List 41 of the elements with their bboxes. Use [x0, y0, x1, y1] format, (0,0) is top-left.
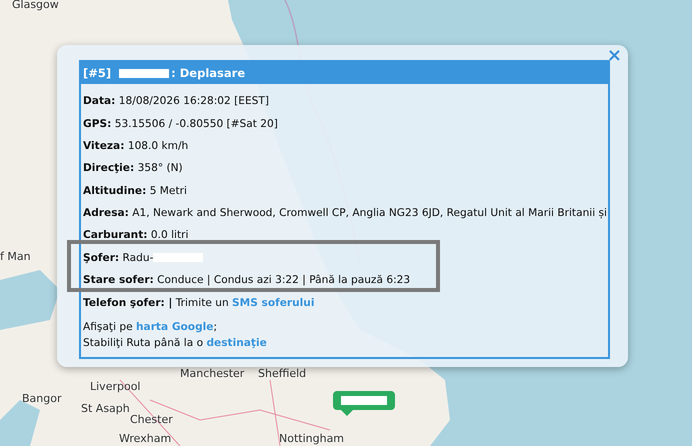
- field-label: GPS:: [83, 118, 112, 130]
- field-label: Altitudine:: [83, 184, 146, 197]
- popup-title: : Deplasare: [171, 66, 246, 80]
- link[interactable]: harta Google: [136, 320, 214, 333]
- vehicle-marker[interactable]: [333, 391, 395, 416]
- field-label: Stare sofer:: [83, 274, 154, 286]
- field-label: Şofer:: [83, 252, 120, 264]
- place-label: Wrexham: [119, 432, 172, 445]
- field-value: 53.15506 / -0.80550 [#Sat 20]: [114, 118, 278, 130]
- field-label: Viteza:: [83, 140, 124, 152]
- field-value: Conduce | Condus azi 3:22 | Până la pauză 6:23: [157, 274, 410, 286]
- field-value: 18/08/2026 16:28:02 [EEST]: [118, 95, 270, 108]
- field-label: Adresa:: [83, 207, 129, 220]
- place-label: Nottingham: [279, 432, 344, 445]
- place-label: St Asaph: [81, 402, 130, 415]
- field-label: Direcţie:: [83, 162, 134, 174]
- field-value: Trimite un: [176, 296, 229, 309]
- place-label: Chester: [130, 413, 173, 426]
- field-value: 5 Metri: [150, 184, 187, 197]
- field-label: Carburant:: [83, 229, 148, 242]
- place-label: Glasgow: [12, 0, 59, 11]
- field-label: Data:: [83, 95, 116, 108]
- field-value: 358° (N): [138, 162, 183, 174]
- place-label: Liverpool: [90, 380, 140, 393]
- place-label: Sheffield: [258, 367, 306, 380]
- field-value: Radu-: [122, 252, 154, 264]
- field-value: Stabiliţi Ruta până la o: [83, 336, 204, 349]
- field-value: 108.0 km/h: [128, 140, 188, 152]
- link[interactable]: SMS soferului: [232, 296, 314, 309]
- field-value: 0.0 litri: [150, 229, 188, 242]
- place-label: Bangor: [22, 392, 62, 405]
- place-label: f Man: [0, 250, 31, 263]
- field-value: A1, Newark and Sherwood, Cromwell CP, Anglia NG23 6JD, Regatul Unit al Marii Britanii și: [132, 207, 608, 220]
- vehicle-index: [#5]: [83, 66, 112, 80]
- field-value: Afişaţi pe: [83, 320, 133, 333]
- field-value: ;: [213, 320, 218, 333]
- close-button[interactable]: ×: [606, 47, 622, 65]
- place-label: Manchester: [180, 367, 244, 380]
- link[interactable]: destinaţie: [206, 336, 267, 349]
- redacted-plate: [119, 68, 170, 78]
- field-label: Telefon şofer: |: [83, 296, 172, 309]
